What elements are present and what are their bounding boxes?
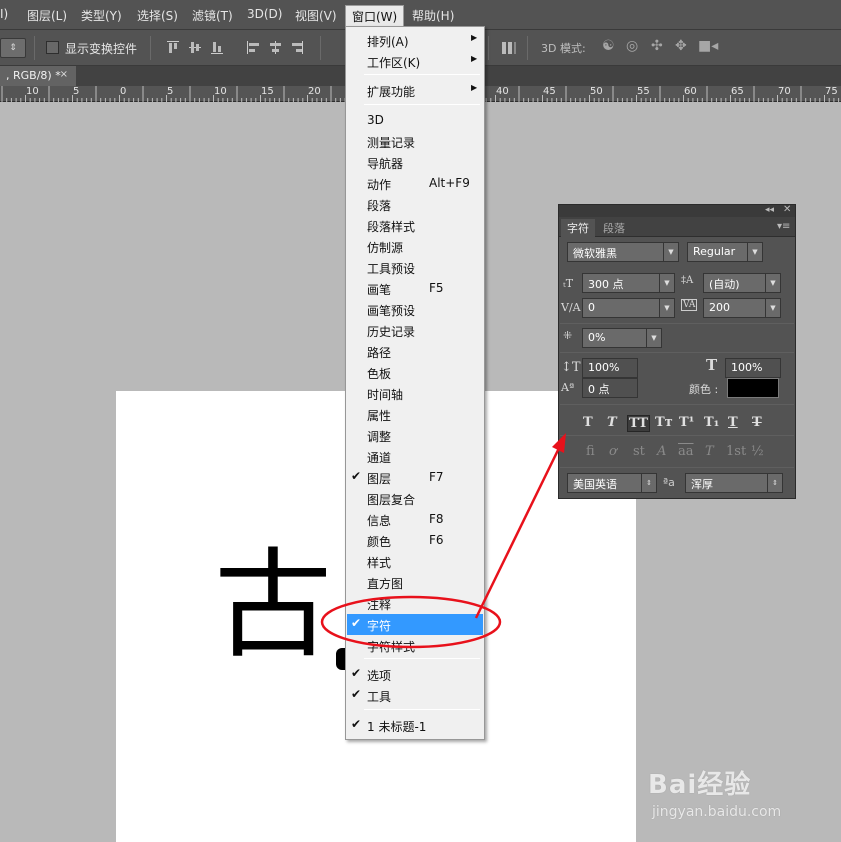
callout-arrowhead [552,433,566,453]
annotation-overlay [320,433,566,649]
watermark-logo: Bai经验 [648,770,752,800]
watermark-url: jingyan.baidu.com [652,804,782,820]
callout-arrow-line [474,445,562,619]
highlight-ellipse [320,595,502,649]
